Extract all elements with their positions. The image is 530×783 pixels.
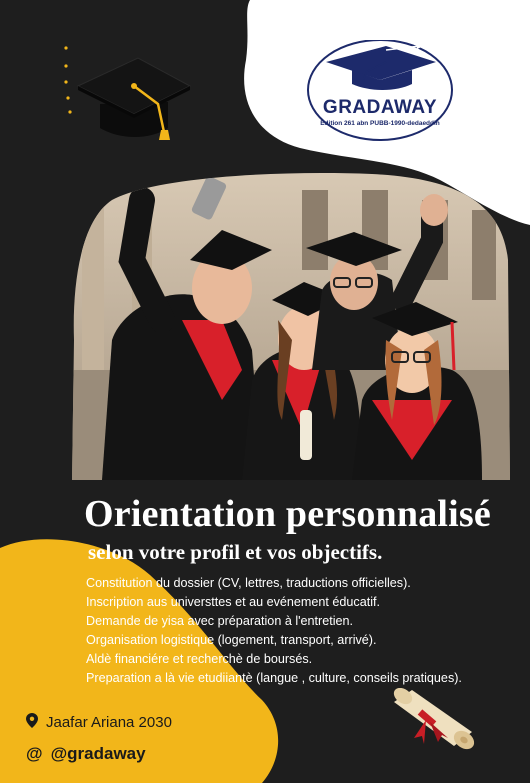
subheadline: selon votre profil et vos objectifs. xyxy=(88,540,383,564)
logo-emblem xyxy=(307,40,453,141)
services-list: Constitution du dossier (CV, lettres, tr… xyxy=(86,574,462,688)
service-item: Preparation a là vie etudiiantè (langue … xyxy=(86,671,462,685)
service-item: Inscription aus universttes et au evénem… xyxy=(86,595,381,609)
location-text: Jaafar Ariana 2030 xyxy=(46,714,172,731)
map-pin-icon xyxy=(26,713,38,732)
at-icon: @ xyxy=(26,744,43,763)
logo-wordmark: GRADAWAY xyxy=(322,97,438,118)
gradaway-logo: GRADAWAY Edition 261 abn PUBB-1990-dedae… xyxy=(300,40,460,145)
logo-cap-icon xyxy=(326,46,436,80)
location-line: Jaafar Ariana 2030 xyxy=(26,713,172,732)
logo-tagline: Edition 261 abn PUBB-1990-dedaeddin xyxy=(320,120,440,127)
service-item: Aldè financiére et recherchè de boursés. xyxy=(86,652,313,666)
poster: GRADAWAY Edition 261 abn PUBB-1990-dedae… xyxy=(0,0,530,783)
social-handle-line: @ @gradaway xyxy=(26,744,146,764)
service-item: Demande de yisa avec préparation à l'ent… xyxy=(86,614,354,628)
headline: Orientation personnalisé xyxy=(84,493,491,535)
graduates-selfie-photo xyxy=(72,173,510,480)
graduation-cap-icon xyxy=(76,57,192,140)
diploma-scroll-icon xyxy=(393,688,475,750)
social-handle[interactable]: @gradaway xyxy=(51,744,146,764)
service-item: Constitution du dossier (CV, lettres, tr… xyxy=(86,576,411,590)
service-item: Organisation logistique (logement, trans… xyxy=(86,633,377,647)
